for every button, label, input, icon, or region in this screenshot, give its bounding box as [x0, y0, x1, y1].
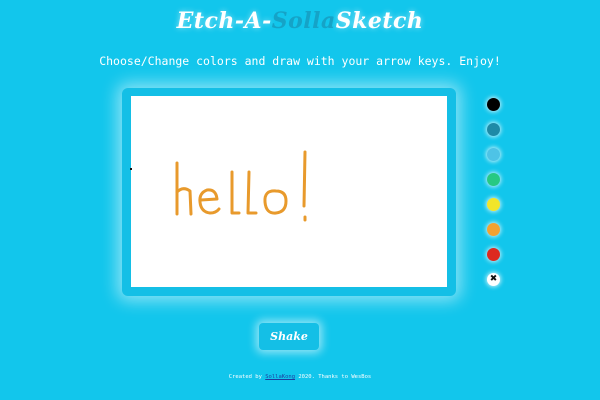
- title-part-1: Etch-A-: [176, 8, 272, 34]
- footer-credit: Created by SollaKong 2020. Thanks to Wes…: [0, 374, 600, 380]
- color-swatch-orange[interactable]: [487, 223, 500, 236]
- sketch-frame: [122, 88, 456, 296]
- clear-color-button[interactable]: ✖: [487, 273, 500, 286]
- color-swatch-green[interactable]: [487, 173, 500, 186]
- stroke-letter-l1: [230, 170, 241, 215]
- color-swatch-black[interactable]: [487, 98, 500, 111]
- stroke-exclamation: [302, 150, 307, 222]
- stroke-letter-o: [263, 189, 288, 215]
- color-palette: ✖: [487, 98, 503, 298]
- stroke-letter-e: [198, 188, 221, 215]
- color-swatch-light-blue[interactable]: [487, 148, 500, 161]
- cursor-marker: [130, 168, 132, 170]
- title-part-3: Sketch: [335, 8, 424, 34]
- drawing-canvas[interactable]: [131, 96, 447, 287]
- footer-suffix: 2020. Thanks to WesBos: [295, 374, 372, 380]
- author-link[interactable]: SollaKong: [265, 374, 295, 380]
- stroke-letter-l2: [246, 170, 258, 215]
- footer-prefix: Created by: [228, 374, 266, 380]
- page-title: Etch-A-SollaSketch: [0, 8, 600, 34]
- drawing-strokes: [175, 150, 307, 222]
- stroke-letter-h: [175, 161, 193, 216]
- color-swatch-teal[interactable]: [487, 123, 500, 136]
- shake-button[interactable]: Shake: [259, 323, 319, 350]
- instructions-text: Choose/Change colors and draw with your …: [99, 54, 501, 68]
- title-part-2: Solla: [271, 8, 336, 34]
- color-swatch-red[interactable]: [487, 248, 500, 261]
- color-swatch-yellow[interactable]: [487, 198, 500, 211]
- close-icon: ✖: [489, 274, 498, 284]
